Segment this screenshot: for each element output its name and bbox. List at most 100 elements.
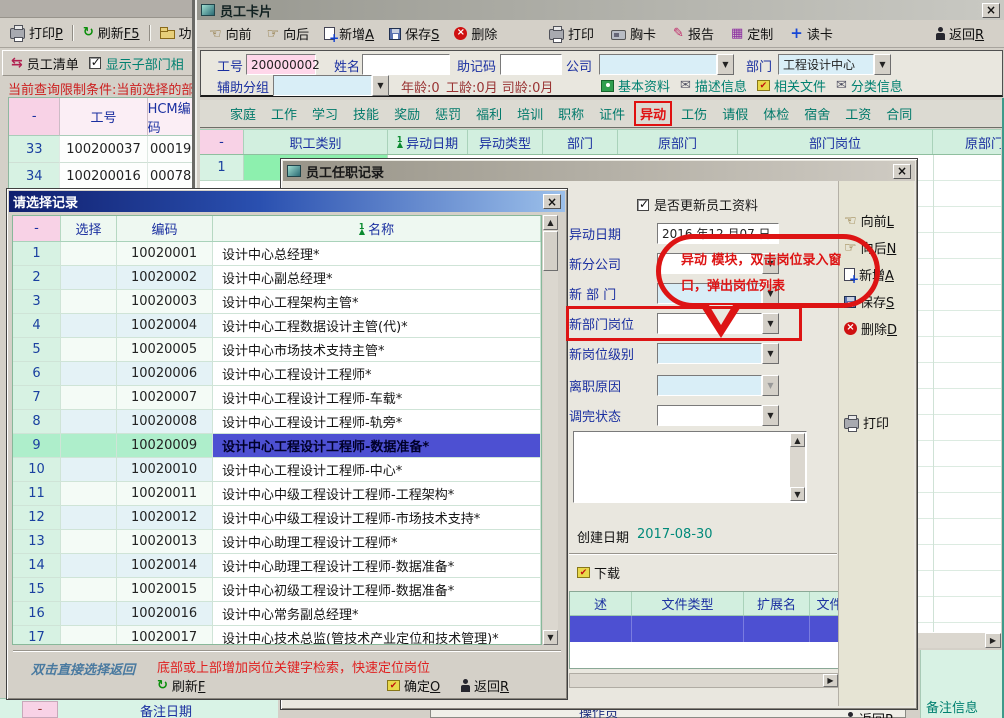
select-cell[interactable] [61,434,117,458]
tab-14[interactable]: 体检 [763,104,789,123]
select-cell[interactable] [61,458,117,482]
tab-12[interactable]: 工伤 [681,104,707,123]
scroll-up-icon[interactable]: ▲ [790,433,805,447]
tab-13[interactable]: 请假 [722,104,748,123]
report-button[interactable]: 报告 [669,23,718,44]
chevron-down-icon[interactable] [762,343,779,364]
grid-col-header[interactable]: 异动日期 [388,130,468,154]
prev-button[interactable]: 向前 [205,23,256,44]
badge-button[interactable]: 胸卡 [607,23,660,44]
select-cell[interactable] [61,290,117,314]
print-record-button[interactable]: 打印 [844,413,889,432]
list-item[interactable]: 1110020011设计中心中级工程设计工程师-工程架构* [13,482,541,506]
grid-col-header[interactable]: 原部门 [618,130,738,154]
file-col-header[interactable]: 扩展名 [744,592,810,615]
scroll-up-icon[interactable]: ▲ [543,215,558,230]
name-input[interactable] [362,54,450,75]
tab-7[interactable]: 福利 [476,104,502,123]
close-icon[interactable] [893,164,911,179]
list-item[interactable]: 610020006设计中心工程设计工程师* [13,362,541,386]
chevron-down-icon[interactable] [372,75,389,96]
add-button[interactable]: 新增A [320,23,378,44]
list-item[interactable]: 1510020015设计中心初级工程设计工程师-数据准备* [13,578,541,602]
emp-no-input[interactable]: 200000002 [246,54,316,75]
textarea-vscrollbar[interactable]: ▲ ▼ [790,433,805,501]
next-button[interactable]: 向后 [263,23,314,44]
grid-col-header[interactable]: 部门 [543,130,618,154]
refresh-button[interactable]: 刷新F5 [79,22,144,43]
list-item[interactable]: 410020004设计中心工程数据设计主管(代)* [13,314,541,338]
prev-record-button[interactable]: 向前L [844,211,894,230]
file-selected-row[interactable] [570,616,838,642]
chevron-down-icon[interactable] [717,54,734,75]
list-item[interactable]: 710020007设计中心工程设计工程师-车载* [13,386,541,410]
card-window-titlebar[interactable]: 员工卡片 [197,0,1004,20]
list-col-header[interactable]: 选择 [61,216,117,241]
update-employee-checkbox[interactable] [637,199,649,211]
tab-17[interactable]: 合同 [886,104,912,123]
file-col-header[interactable]: 述 [570,592,632,615]
select-cell[interactable] [61,338,117,362]
select-cell[interactable] [61,362,117,386]
delete-button[interactable]: 删除 [450,23,501,44]
select-cell[interactable] [61,410,117,434]
chevron-down-icon[interactable] [762,405,779,426]
remark-textarea[interactable]: ▲ ▼ [573,431,807,503]
list-item[interactable]: 510020005设计中心市场技术支持主管* [13,338,541,362]
select-cell[interactable] [61,386,117,410]
chevron-down-icon[interactable] [874,54,891,75]
scroll-right-icon[interactable]: ▶ [985,633,1001,648]
print-button[interactable]: 打印P [6,22,67,43]
tab-8[interactable]: 培训 [517,104,543,123]
category-info-link[interactable]: 分类信息 [836,76,903,95]
list-vscrollbar[interactable]: ▲ ▼ [543,215,558,645]
tab-16[interactable]: 工资 [845,104,871,123]
scrollbar-thumb[interactable] [543,231,558,271]
list-col-header[interactable]: 编码 [117,216,213,241]
readcard-button[interactable]: 读卡 [786,23,837,44]
close-icon[interactable] [982,3,1000,18]
list-item[interactable]: 1610020016设计中心常务副总经理* [13,602,541,626]
list-item[interactable]: 310020003设计中心工程架构主管* [13,290,541,314]
tab-9[interactable]: 职称 [558,104,584,123]
leave-reason-field[interactable] [657,375,762,396]
list-item[interactable]: 910020009设计中心工程设计工程师-数据准备* [13,434,541,458]
tab-1[interactable]: 家庭 [230,104,256,123]
close-icon[interactable] [543,194,561,209]
list-item[interactable]: 1010020010设计中心工程设计工程师-中心* [13,458,541,482]
basic-info-link[interactable]: 基本资料 [601,76,670,95]
list-item[interactable]: 1310020013设计中心助理工程设计工程师* [13,530,541,554]
return-record-button[interactable]: 返回R [844,709,894,718]
list-item[interactable]: 1210020012设计中心中级工程设计工程师-市场技术支持* [13,506,541,530]
list-col-header[interactable]: 名称 [213,216,541,241]
customize-button[interactable]: 定制 [727,23,777,44]
tab-3[interactable]: 学习 [312,104,338,123]
tab-4[interactable]: 技能 [353,104,379,123]
select-cell[interactable] [61,530,117,554]
aux-group-select[interactable] [273,75,389,96]
file-col-header[interactable]: 文件大小 [810,592,839,615]
select-cell[interactable] [61,506,117,530]
transfer-status-field[interactable] [657,405,762,426]
select-cell[interactable] [61,314,117,338]
record-dialog-titlebar[interactable]: 员工任职记录 [283,161,915,181]
select-dialog-titlebar[interactable]: 请选择记录 [9,191,565,212]
table-row[interactable]: 33100200037000195 [9,136,203,163]
tab-15[interactable]: 宿舍 [804,104,830,123]
grid-col-header[interactable]: 原部门岗位 [933,130,1001,154]
tab-6[interactable]: 惩罚 [435,104,461,123]
list-item[interactable]: 1710020017设计中心技术总监(管技术产业定位和技术管理)* [13,626,541,645]
description-info-link[interactable]: 描述信息 [680,76,747,95]
list-item[interactable]: 1410020014设计中心助理工程设计工程师-数据准备* [13,554,541,578]
grid-col-header[interactable]: 部门岗位 [738,130,933,154]
select-cell[interactable] [61,626,117,645]
company-select[interactable] [599,54,734,75]
select-cell[interactable] [61,242,117,266]
print-card-button[interactable]: 打印 [545,23,598,44]
grid-col-header[interactable]: 工号 [60,98,147,136]
dept-select[interactable]: 工程设计中心 [778,54,891,75]
table-row[interactable]: 34100200016000780 [9,163,203,190]
select-cell[interactable] [61,554,117,578]
tab-5[interactable]: 奖励 [394,104,420,123]
list-item[interactable]: 210020002设计中心副总经理* [13,266,541,290]
